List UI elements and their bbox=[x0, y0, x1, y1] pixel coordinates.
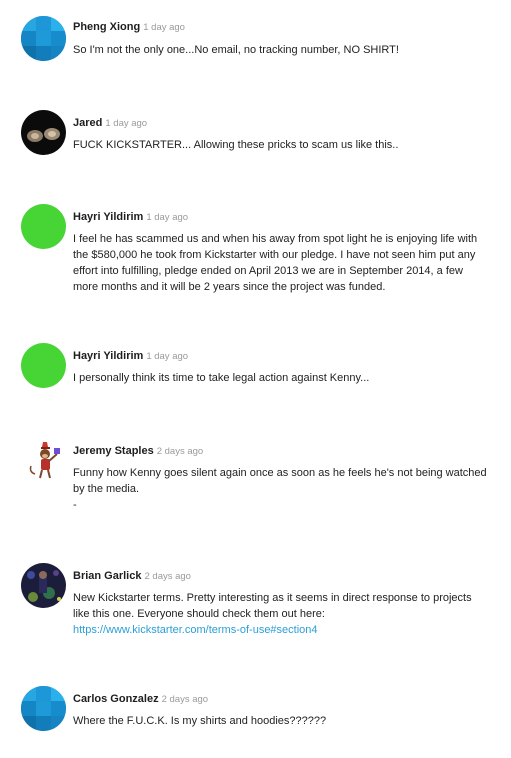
comment-text: I feel he has scammed us and when his aw… bbox=[73, 233, 478, 293]
comment: Pheng Xiong 1 day ago So I'm not the only… bbox=[0, 16, 511, 66]
comment-time[interactable]: 1 day ago bbox=[143, 22, 185, 33]
comment: Hayri Yildirim 1 day ago I feel he has sc… bbox=[0, 204, 511, 304]
author-name[interactable]: Brian Garlick bbox=[73, 570, 141, 582]
comment-time[interactable]: 1 day ago bbox=[105, 118, 147, 129]
comment-meta: Jeremy Staples 2 days ago bbox=[73, 444, 203, 459]
avatar[interactable] bbox=[21, 204, 66, 249]
comment-time[interactable]: 2 days ago bbox=[157, 446, 203, 457]
comment-meta: Hayri Yildirim 1 day ago bbox=[73, 349, 188, 364]
comment-text-main: New Kickstarter terms. Pretty interestin… bbox=[73, 592, 472, 620]
comment-meta: Hayri Yildirim 1 day ago bbox=[73, 210, 188, 225]
comment: Jeremy Staples 2 days ago Funny how Kenny… bbox=[0, 438, 511, 518]
terms-link[interactable]: https://www.kickstarter.com/terms-of-use… bbox=[73, 624, 318, 636]
comment-text: New Kickstarter terms. Pretty interestin… bbox=[73, 590, 487, 638]
comment-body: New Kickstarter terms. Pretty interestin… bbox=[73, 590, 487, 638]
comment-body: Where the F.U.C.K. Is my shirts and hood… bbox=[73, 713, 493, 729]
comment-time[interactable]: 1 day ago bbox=[146, 212, 188, 223]
comment: Jared 1 day ago FUCK KICKSTARTER... Allow… bbox=[0, 110, 511, 160]
avatar[interactable] bbox=[21, 563, 66, 608]
avatar[interactable] bbox=[21, 343, 66, 388]
author-name[interactable]: Hayri Yildirim bbox=[73, 211, 143, 223]
comment-meta: Carlos Gonzalez 2 days ago bbox=[73, 692, 208, 707]
comment: Hayri Yildirim 1 day ago I personally thi… bbox=[0, 343, 511, 393]
comment-time[interactable]: 2 days ago bbox=[144, 571, 190, 582]
comment-body: I personally think its time to take lega… bbox=[73, 370, 493, 386]
comment-text: So I'm not the only one...No email, no t… bbox=[73, 44, 399, 56]
comment: Carlos Gonzalez 2 days ago Where the F.U.… bbox=[0, 686, 511, 736]
avatar[interactable] bbox=[21, 686, 66, 731]
comment-body: Funny how Kenny goes silent again once a… bbox=[73, 465, 493, 513]
avatar[interactable] bbox=[21, 438, 66, 483]
comment-text: I personally think its time to take lega… bbox=[73, 372, 370, 384]
comment-meta: Pheng Xiong 1 day ago bbox=[73, 20, 185, 35]
comment-meta: Jared 1 day ago bbox=[73, 116, 147, 131]
comment: Brian Garlick 2 days ago New Kickstarter … bbox=[0, 563, 511, 643]
comment-text: FUCK KICKSTARTER... Allowing these prick… bbox=[73, 139, 399, 151]
comment-time[interactable]: 2 days ago bbox=[162, 694, 208, 705]
author-name[interactable]: Hayri Yildirim bbox=[73, 350, 143, 362]
comment-time[interactable]: 1 day ago bbox=[146, 351, 188, 362]
comment-text: Where the F.U.C.K. Is my shirts and hood… bbox=[73, 715, 327, 727]
author-name[interactable]: Jared bbox=[73, 117, 102, 129]
comment-body: So I'm not the only one...No email, no t… bbox=[73, 42, 493, 58]
author-name[interactable]: Carlos Gonzalez bbox=[73, 693, 159, 705]
avatar[interactable] bbox=[21, 110, 66, 155]
avatar[interactable] bbox=[21, 16, 66, 61]
comment-text-extra: - bbox=[73, 499, 77, 511]
comment-body: I feel he has scammed us and when his aw… bbox=[73, 231, 491, 295]
author-name[interactable]: Jeremy Staples bbox=[73, 445, 154, 457]
comment-meta: Brian Garlick 2 days ago bbox=[73, 569, 191, 584]
comment-text: Funny how Kenny goes silent again once a… bbox=[73, 467, 487, 495]
author-name[interactable]: Pheng Xiong bbox=[73, 21, 140, 33]
comment-body: FUCK KICKSTARTER... Allowing these prick… bbox=[73, 137, 493, 153]
